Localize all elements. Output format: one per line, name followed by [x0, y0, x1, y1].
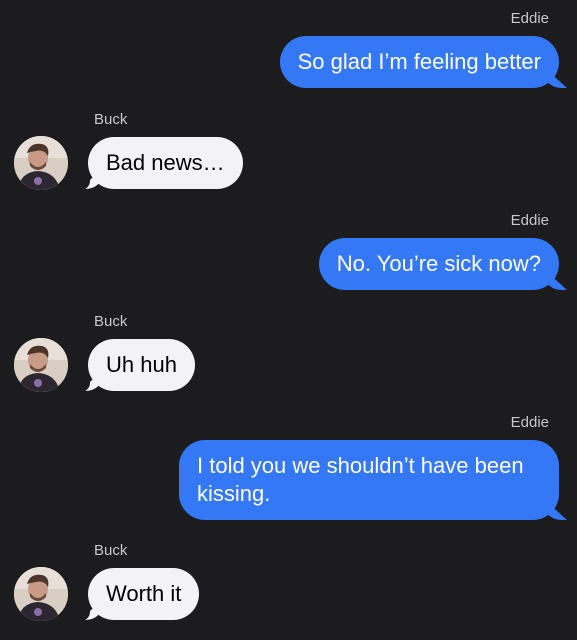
- message-text: So glad I’m feeling better: [297, 49, 541, 74]
- sender-name: Eddie: [510, 10, 549, 27]
- sender-name: Buck: [94, 542, 128, 559]
- buck-avatar[interactable]: [14, 136, 68, 190]
- buck-avatar[interactable]: [14, 338, 68, 392]
- message-text: Uh huh: [106, 352, 177, 377]
- avatar-photo-icon: [14, 136, 68, 190]
- outgoing-message-bubble[interactable]: No. You’re sick now?: [318, 238, 574, 292]
- sender-name: Eddie: [510, 212, 549, 229]
- incoming-message-bubble[interactable]: Worth it: [73, 568, 200, 622]
- incoming-message-bubble[interactable]: Bad news…: [74, 137, 243, 191]
- buck-avatar[interactable]: [14, 567, 68, 621]
- incoming-message-bubble[interactable]: Uh huh: [74, 339, 195, 393]
- outgoing-message-bubble[interactable]: So glad I’m feeling better: [279, 36, 574, 90]
- avatar-photo-icon: [14, 567, 68, 621]
- sender-name: Buck: [94, 111, 128, 128]
- sender-name: Buck: [94, 313, 128, 330]
- outgoing-message-bubble[interactable]: I told you we shouldn’t have been kissin…: [179, 440, 573, 522]
- sender-name: Eddie: [510, 414, 549, 431]
- avatar-photo-icon: [14, 338, 68, 392]
- message-text: I told you we shouldn’t have been kissin…: [197, 453, 524, 506]
- message-text: Bad news…: [106, 150, 225, 175]
- message-text: Worth it: [106, 581, 182, 606]
- message-text: No. You’re sick now?: [336, 251, 541, 276]
- message-thread: Eddie So glad I’m feeling better Buck Ba…: [0, 0, 577, 640]
